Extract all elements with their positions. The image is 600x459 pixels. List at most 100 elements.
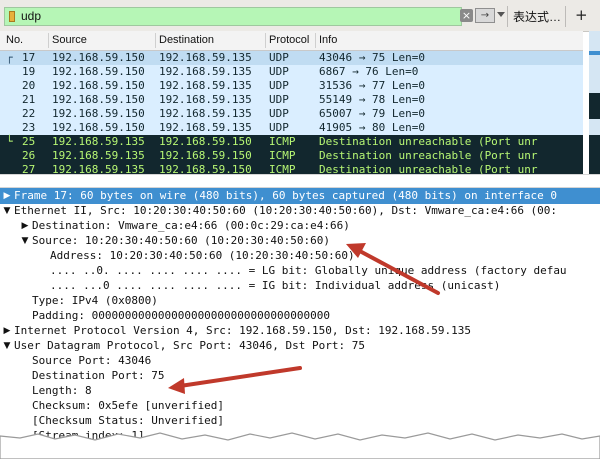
packet-row-21[interactable]: 21 192.168.59.150 192.168.59.135 UDP 551…: [0, 93, 583, 107]
clear-filter-icon[interactable]: ×: [460, 9, 473, 22]
detail-row-ethernet[interactable]: ▼ Ethernet II, Src: 10:20:30:40:50:60 (1…: [0, 203, 600, 219]
column-divider[interactable]: [265, 33, 266, 48]
packet-destination: 192.168.59.150: [159, 135, 252, 148]
packet-destination: 192.168.59.135: [159, 65, 252, 78]
detail-row-lg-bit[interactable]: .... ..0. .... .... .... .... = LG bit: …: [0, 263, 600, 279]
detail-row-udp[interactable]: ▼ User Datagram Protocol, Src Port: 4304…: [0, 338, 600, 354]
toolbar-divider: [507, 6, 508, 27]
packet-destination: 192.168.59.150: [159, 149, 252, 162]
packet-info: 31536 → 77 Len=0: [319, 79, 425, 92]
packet-source: 192.168.59.150: [52, 51, 145, 64]
packet-info: 43046 → 75 Len=0: [319, 51, 425, 64]
detail-text: .... ..0. .... .... .... .... = LG bit: …: [50, 264, 567, 277]
column-header-no[interactable]: No.: [6, 34, 23, 46]
packet-list[interactable]: No. Source Destination Protocol Info ┌ 1…: [0, 31, 583, 174]
detail-row-eth-address[interactable]: Address: 10:20:30:40:50:60 (10:20:30:40:…: [0, 248, 600, 264]
detail-text: Address: 10:20:30:40:50:60 (10:20:30:40:…: [50, 249, 355, 262]
packet-destination: 192.168.59.135: [159, 51, 252, 64]
packet-row-19[interactable]: 19 192.168.59.150 192.168.59.135 UDP 686…: [0, 65, 583, 79]
packet-number: 23: [22, 121, 36, 134]
packet-protocol: UDP: [269, 93, 289, 106]
conversation-bracket: ┌: [6, 51, 13, 64]
packet-protocol: ICMP: [269, 163, 296, 174]
packet-number: 26: [22, 149, 36, 162]
display-filter-toolbar: udp × → 表达式… +: [0, 0, 600, 32]
packet-number: 22: [22, 107, 36, 120]
detail-text: Padding: 0000000000000000000000000000000…: [32, 309, 331, 322]
column-divider[interactable]: [155, 33, 156, 48]
display-filter-input[interactable]: udp: [4, 7, 462, 26]
packet-info: 6867 → 76 Len=0: [319, 65, 419, 78]
detail-row-padding[interactable]: Padding: 0000000000000000000000000000000…: [0, 308, 600, 324]
filter-history-dropdown-icon[interactable]: [497, 12, 505, 17]
packet-details-tree[interactable]: ▶ Frame 17: 60 bytes on wire (480 bits),…: [0, 188, 600, 428]
packet-row-20[interactable]: 20 192.168.59.150 192.168.59.135 UDP 315…: [0, 79, 583, 93]
detail-row-ig-bit[interactable]: .... ...0 .... .... .... .... = IG bit: …: [0, 278, 600, 294]
packet-row-26[interactable]: 26 192.168.59.135 192.168.59.150 ICMP De…: [0, 149, 583, 163]
detail-text: Internet Protocol Version 4, Src: 192.16…: [14, 324, 471, 337]
column-divider[interactable]: [48, 33, 49, 48]
packet-number: 19: [22, 65, 36, 78]
column-header-info[interactable]: Info: [319, 34, 337, 46]
packet-number: 20: [22, 79, 36, 92]
detail-row-frame[interactable]: ▶ Frame 17: 60 bytes on wire (480 bits),…: [0, 188, 600, 204]
intelligent-scrollbar[interactable]: [589, 31, 600, 174]
bookmark-icon[interactable]: [9, 11, 15, 22]
collapse-arrow-icon[interactable]: ▼: [2, 203, 12, 219]
detail-text: Ethernet II, Src: 10:20:30:40:50:60 (10:…: [14, 204, 558, 217]
packet-row-25[interactable]: └ 25 192.168.59.135 192.168.59.150 ICMP …: [0, 135, 583, 149]
packet-destination: 192.168.59.135: [159, 93, 252, 106]
packet-info: 65007 → 79 Len=0: [319, 107, 425, 120]
display-filter-value[interactable]: udp: [21, 9, 41, 23]
detail-text: .... ...0 .... .... .... .... = IG bit: …: [50, 279, 501, 292]
expand-arrow-icon[interactable]: ▶: [2, 323, 12, 339]
packet-row-27[interactable]: 27 192.168.59.135 192.168.59.150 ICMP De…: [0, 163, 583, 174]
packet-destination: 192.168.59.150: [159, 163, 252, 174]
packet-protocol: ICMP: [269, 149, 296, 162]
packet-protocol: UDP: [269, 79, 289, 92]
detail-text: Checksum: 0x5efe [unverified]: [32, 399, 225, 412]
apply-filter-icon[interactable]: →: [475, 8, 495, 23]
packet-row-23[interactable]: 23 192.168.59.150 192.168.59.135 UDP 419…: [0, 121, 583, 135]
packet-protocol: UDP: [269, 121, 289, 134]
expand-arrow-icon[interactable]: ▶: [2, 188, 12, 204]
detail-row-eth-destination[interactable]: ▶ Destination: Vmware_ca:e4:66 (00:0c:29…: [0, 218, 600, 234]
packet-destination: 192.168.59.135: [159, 121, 252, 134]
detail-text: Length: 8: [32, 384, 92, 397]
packet-protocol: UDP: [269, 107, 289, 120]
packet-destination: 192.168.59.135: [159, 107, 252, 120]
expression-button[interactable]: 表达式…: [513, 8, 561, 25]
packet-source: 192.168.59.150: [52, 65, 145, 78]
column-header-protocol[interactable]: Protocol: [269, 34, 309, 46]
detail-text: Destination: Vmware_ca:e4:66 (00:0c:29:c…: [32, 219, 350, 232]
packet-row-17[interactable]: ┌ 17 192.168.59.150 192.168.59.135 UDP 4…: [0, 51, 583, 65]
collapse-arrow-icon[interactable]: ▼: [2, 338, 12, 354]
detail-row-udp-length[interactable]: Length: 8: [0, 383, 600, 399]
detail-text: Source: 10:20:30:40:50:60 (10:20:30:40:5…: [32, 234, 331, 247]
expand-arrow-icon[interactable]: ▶: [20, 218, 30, 234]
packet-source: 192.168.59.135: [52, 163, 145, 174]
pane-splitter[interactable]: [0, 174, 600, 188]
detail-row-udp-checksum[interactable]: Checksum: 0x5efe [unverified]: [0, 398, 600, 414]
column-divider[interactable]: [315, 33, 316, 48]
detail-text: User Datagram Protocol, Src Port: 43046,…: [14, 339, 365, 352]
detail-row-eth-type[interactable]: Type: IPv4 (0x0800): [0, 293, 600, 309]
packet-destination: 192.168.59.135: [159, 79, 252, 92]
packet-row-22[interactable]: 22 192.168.59.150 192.168.59.135 UDP 650…: [0, 107, 583, 121]
detail-row-ipv4[interactable]: ▶ Internet Protocol Version 4, Src: 192.…: [0, 323, 600, 339]
packet-source: 192.168.59.150: [52, 79, 145, 92]
detail-row-udp-dst-port[interactable]: Destination Port: 75: [0, 368, 600, 384]
column-header-source[interactable]: Source: [52, 34, 87, 46]
add-filter-button[interactable]: +: [575, 6, 588, 24]
packet-number: 27: [22, 163, 36, 174]
collapse-arrow-icon[interactable]: ▼: [20, 233, 30, 249]
packet-protocol: UDP: [269, 51, 289, 64]
detail-row-udp-src-port[interactable]: Source Port: 43046: [0, 353, 600, 369]
packet-source: 192.168.59.150: [52, 93, 145, 106]
packet-number: 21: [22, 93, 36, 106]
detail-row-eth-source[interactable]: ▼ Source: 10:20:30:40:50:60 (10:20:30:40…: [0, 233, 600, 249]
packet-info: 55149 → 78 Len=0: [319, 93, 425, 106]
minimap-icmp-marker: [589, 135, 600, 174]
column-header-destination[interactable]: Destination: [159, 34, 214, 46]
packet-info: Destination unreachable (Port unr: [319, 163, 538, 174]
